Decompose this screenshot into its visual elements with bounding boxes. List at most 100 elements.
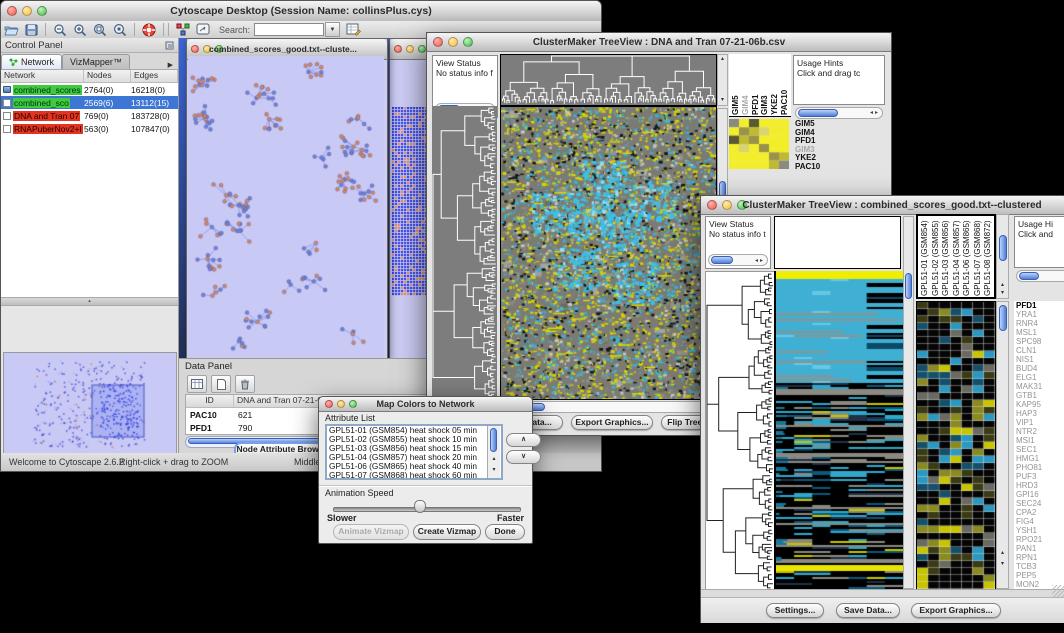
close-button[interactable]	[191, 45, 199, 53]
column-label[interactable]: GPL51-07 (GSM868)	[973, 217, 982, 296]
scroll-up-arrow[interactable]: ▴	[488, 456, 500, 463]
gene-label[interactable]: SEC1	[1016, 445, 1064, 454]
gene-label[interactable]: GPI16	[1016, 490, 1064, 499]
gene-label[interactable]: MAK31	[1016, 382, 1064, 391]
gene-label[interactable]: PEP5	[1016, 571, 1064, 580]
float-panel-icon[interactable]	[165, 41, 174, 50]
column-label[interactable]: GPL51-01 (GSM854)	[920, 217, 929, 296]
search-dropdown-arrow[interactable]: ▼	[325, 22, 340, 37]
network-table-row[interactable]: combined_scores 2764(0) 16218(0)	[1, 83, 178, 96]
gene-label[interactable]: NTR2	[1016, 427, 1064, 436]
gene-label[interactable]: YSH1	[1016, 526, 1064, 535]
scroll-thumb[interactable]	[905, 273, 912, 299]
column-label[interactable]: GPL51-06 (GSM865)	[962, 217, 971, 296]
scroll-thumb[interactable]	[711, 256, 733, 264]
new-attribute-icon[interactable]	[211, 375, 231, 393]
scroll-down-arrow[interactable]: ▾	[718, 97, 727, 104]
usage-hints-scrollbar[interactable]	[1016, 270, 1064, 282]
attribute-item[interactable]: GPL51-07 (GSM868) heat shock 60 min	[329, 471, 501, 480]
slider-thumb[interactable]	[414, 500, 426, 513]
gene-label[interactable]: PAN1	[1016, 544, 1064, 553]
panel-splitter[interactable]: ▴	[1, 297, 178, 306]
treeview-dna-titlebar[interactable]: ClusterMaker TreeView : DNA and Tran 07-…	[427, 33, 891, 52]
gene-label[interactable]: PFD1	[1016, 301, 1064, 310]
help-lifesaver-icon[interactable]	[139, 22, 159, 37]
minimize-button[interactable]	[406, 45, 414, 53]
zoom-window-button[interactable]	[418, 45, 426, 53]
column-label[interactable]: GIM4	[741, 55, 750, 115]
gene-label[interactable]: RNR4	[1016, 319, 1064, 328]
open-folder-icon[interactable]	[1, 22, 21, 37]
search-input[interactable]	[254, 23, 324, 36]
animation-speed-slider[interactable]	[333, 507, 521, 512]
gene-label[interactable]: NIS1	[1016, 355, 1064, 364]
attribute-editor-icon[interactable]	[343, 22, 363, 37]
gene-label[interactable]: RPN1	[1016, 553, 1064, 562]
scroll-thumb[interactable]	[999, 235, 1007, 261]
dialog-titlebar[interactable]: Map Colors to Network	[319, 397, 532, 412]
network-table-row[interactable]: DNA and Tran 07 769(0) 183728(0)	[1, 109, 178, 122]
tab-network[interactable]: Network	[1, 54, 62, 69]
network-table-row[interactable]: RNAPuberNov2+I 563(0) 107847(0)	[1, 122, 178, 135]
scroll-thumb[interactable]	[1019, 272, 1039, 280]
gene-label[interactable]: HMG1	[1016, 454, 1064, 463]
heatmap-vscrollbar[interactable]	[903, 216, 914, 589]
delete-attribute-icon[interactable]	[235, 375, 255, 393]
submatrix-scrollbar[interactable]: ▴ ▾	[996, 301, 1009, 589]
gene-label[interactable]: FIG4	[1016, 517, 1064, 526]
move-down-button[interactable]: ∨	[506, 450, 541, 464]
done-button[interactable]: Done	[485, 524, 525, 540]
zoom-in-icon[interactable]	[70, 22, 90, 37]
close-button[interactable]	[707, 200, 717, 210]
gene-label[interactable]: CPA2	[1016, 508, 1064, 517]
scroll-down-arrow[interactable]: ▾	[488, 467, 500, 474]
heatmap-canvas[interactable]	[500, 106, 717, 400]
gene-label[interactable]: KAP95	[1016, 400, 1064, 409]
column-label[interactable]: GPL51-02 (GSM855)	[931, 217, 940, 296]
treeview-combined-titlebar[interactable]: ClusterMaker TreeView : combined_scores_…	[701, 196, 1064, 215]
scroll-up-arrow[interactable]: ▴	[997, 550, 1008, 557]
save-data-button[interactable]: Save Data...	[836, 603, 900, 618]
row-dendrogram[interactable]	[432, 106, 497, 398]
gene-label[interactable]: TCB3	[1016, 562, 1064, 571]
gene-label[interactable]: SEC24	[1016, 499, 1064, 508]
gene-label[interactable]: HAP3	[1016, 409, 1064, 418]
column-label[interactable]: GIM3	[760, 55, 769, 115]
annotation-icon[interactable]	[193, 22, 213, 37]
save-icon[interactable]	[21, 22, 41, 37]
attribute-list-scrollbar[interactable]: ▴ ▾	[487, 426, 500, 478]
zoom-submatrix-canvas[interactable]	[916, 301, 996, 591]
scroll-thumb[interactable]	[999, 305, 1007, 331]
zoom-selected-icon[interactable]	[110, 22, 130, 37]
gene-label[interactable]: GTB1	[1016, 391, 1064, 400]
row-dendrogram[interactable]	[705, 271, 775, 591]
zoom-fit-icon[interactable]	[90, 22, 110, 37]
zoom-out-icon[interactable]	[50, 22, 70, 37]
column-dendrogram[interactable]	[500, 54, 717, 106]
gene-label[interactable]: MSI1	[1016, 436, 1064, 445]
row-label[interactable]: PAC10	[795, 163, 855, 172]
gene-label[interactable]: SPC98	[1016, 337, 1064, 346]
move-up-button[interactable]: ∧	[506, 433, 541, 447]
view-status-scrollbar[interactable]: ◂▸	[708, 254, 768, 266]
network-view-canvas[interactable]	[188, 56, 384, 358]
gene-label[interactable]: PUF3	[1016, 472, 1064, 481]
dense-network-canvas[interactable]	[392, 107, 430, 297]
gene-label[interactable]: RPO21	[1016, 535, 1064, 544]
column-label[interactable]: GPL51-03 (GSM856)	[941, 217, 950, 296]
scroll-arrows[interactable]: ◂▸	[755, 256, 765, 266]
scroll-thumb[interactable]	[798, 109, 838, 117]
settings-button[interactable]: Settings...	[766, 603, 824, 618]
gene-label[interactable]: YRA1	[1016, 310, 1064, 319]
usage-hints-scrollbar[interactable]: ◂▸	[795, 107, 883, 119]
network-table-row[interactable]: combined_sco 2569(6) 13112(15)	[1, 96, 178, 109]
scroll-thumb[interactable]	[490, 428, 497, 452]
scroll-up-arrow[interactable]: ▴	[997, 282, 1008, 289]
zoom-submatrix-canvas[interactable]	[729, 119, 789, 169]
scroll-down-arrow[interactable]: ▾	[997, 561, 1008, 568]
resize-grip[interactable]	[1052, 585, 1064, 597]
gene-label[interactable]: BUD4	[1016, 364, 1064, 373]
create-vizmap-button[interactable]: Create Vizmap	[413, 524, 481, 540]
column-label[interactable]: GIM5	[731, 55, 740, 115]
gene-label[interactable]: ELG1	[1016, 373, 1064, 382]
